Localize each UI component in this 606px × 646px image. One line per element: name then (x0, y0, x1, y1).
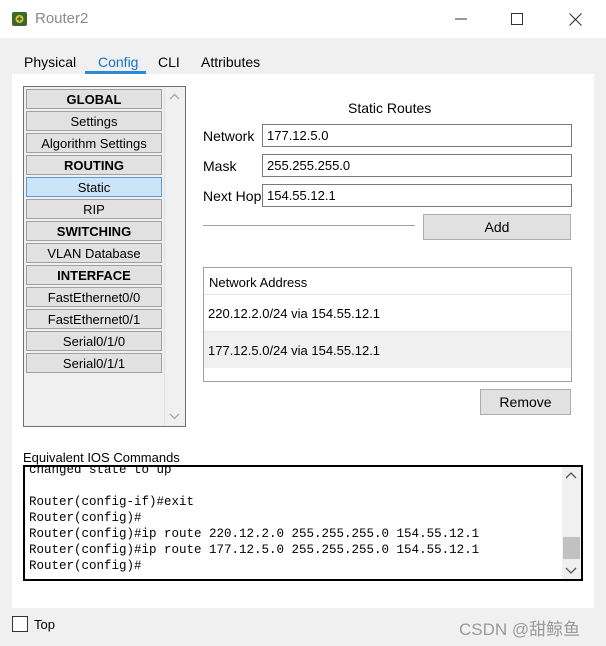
sidebar-item-serial0-1-0[interactable]: Serial0/1/0 (26, 331, 162, 351)
chevron-down-icon[interactable] (565, 567, 577, 575)
sidebar-item-fastethernet0-0[interactable]: FastEthernet0/0 (26, 287, 162, 307)
sidebar-item-vlan-database[interactable]: VLAN Database (26, 243, 162, 263)
mask-label: Mask (203, 158, 237, 174)
window-title: Router2 (35, 10, 89, 27)
sidebar-header-routing[interactable]: ROUTING (26, 155, 162, 175)
tab-cli[interactable]: CLI (158, 54, 180, 70)
ios-commands-label: Equivalent IOS Commands (23, 450, 180, 465)
chevron-up-icon[interactable] (169, 93, 180, 100)
maximize-button[interactable] (494, 0, 540, 38)
next-hop-input[interactable] (262, 184, 572, 207)
console-line: Router(config)# (29, 559, 142, 573)
list-item[interactable]: 177.12.5.0/24 via 154.55.12.1 (204, 331, 571, 368)
tab-attributes[interactable]: Attributes (201, 54, 260, 70)
sidebar-item-static[interactable]: Static (26, 177, 162, 197)
console-line: Router(config)#ip route 220.12.2.0 255.2… (29, 527, 480, 541)
title-bar: Router2 (0, 0, 606, 38)
network-input[interactable] (262, 124, 572, 147)
console-line: Router(config)#ip route 177.12.5.0 255.2… (29, 543, 480, 557)
tab-physical[interactable]: Physical (24, 54, 76, 70)
sidebar-item-algorithm-settings[interactable]: Algorithm Settings (26, 133, 162, 153)
routes-list-header: Network Address (209, 275, 308, 290)
next-hop-label: Next Hop (203, 188, 262, 204)
close-icon (568, 12, 582, 26)
close-button[interactable] (552, 0, 598, 38)
tab-config[interactable]: Config (98, 54, 138, 70)
sidebar-header-interface[interactable]: INTERFACE (26, 265, 162, 285)
routes-list[interactable]: Network Address 220.12.2.0/24 via 154.55… (203, 267, 572, 382)
console-line: Router(config-if)#exit (29, 495, 195, 509)
watermark: CSDN @甜鲸鱼 (459, 620, 581, 639)
sidebar-item-rip[interactable]: RIP (26, 199, 162, 219)
sidebar-scrollbar[interactable] (164, 87, 185, 426)
chevron-down-icon[interactable] (169, 413, 180, 420)
router-icon (10, 9, 30, 29)
list-item[interactable]: 220.12.2.0/24 via 154.55.12.1 (204, 294, 571, 331)
console-scroll-thumb[interactable] (563, 537, 580, 559)
console-line: changed state to up (29, 465, 172, 477)
maximize-icon (511, 13, 523, 25)
minimize-button[interactable] (438, 0, 484, 38)
remove-button[interactable]: Remove (480, 389, 571, 415)
minimize-icon (455, 18, 467, 20)
sidebar-item-fastethernet0-1[interactable]: FastEthernet0/1 (26, 309, 162, 329)
sidebar-item-settings[interactable]: Settings (26, 111, 162, 131)
static-routes-title: Static Routes (348, 100, 432, 116)
sidebar-header-switching[interactable]: SWITCHING (26, 221, 162, 241)
top-checkbox-label: Top (34, 617, 55, 632)
network-label: Network (203, 128, 255, 144)
add-button[interactable]: Add (423, 214, 571, 240)
config-sidebar: GLOBAL Settings Algorithm Settings ROUTI… (23, 86, 186, 427)
mask-input[interactable] (262, 154, 572, 177)
console-scrollbar[interactable] (562, 467, 581, 579)
ios-console[interactable]: changed state to up Router(config-if)#ex… (23, 465, 583, 581)
console-line: Router(config)# (29, 511, 142, 525)
sidebar-header-global[interactable]: GLOBAL (26, 89, 162, 109)
top-checkbox[interactable] (12, 616, 28, 632)
form-divider (203, 225, 415, 226)
chevron-up-icon[interactable] (565, 471, 577, 479)
sidebar-item-serial0-1-1[interactable]: Serial0/1/1 (26, 353, 162, 373)
